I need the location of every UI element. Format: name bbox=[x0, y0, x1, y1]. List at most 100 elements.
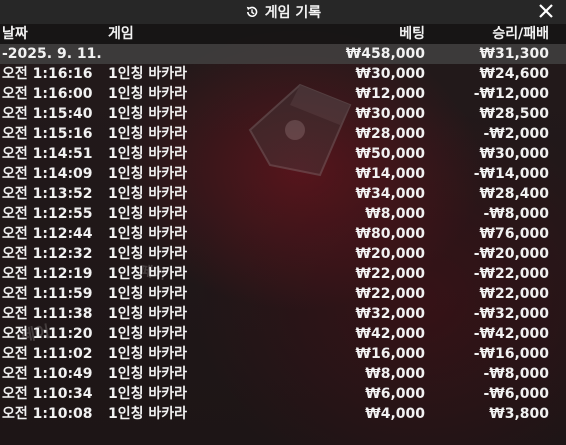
row-game: 1인칭 바카라 bbox=[108, 306, 188, 322]
row-bet: ₩6,000 bbox=[365, 386, 425, 402]
row-time: 오전 1:13:52 bbox=[2, 186, 93, 202]
row-time: 오전 1:10:49 bbox=[2, 366, 93, 382]
row-time: 오전 1:12:55 bbox=[2, 206, 93, 222]
row-bet: ₩8,000 bbox=[365, 206, 425, 222]
row-time: 오전 1:11:02 bbox=[2, 346, 93, 362]
row-game: 1인칭 바카라 bbox=[108, 366, 188, 382]
row-game: 1인칭 바카라 bbox=[108, 206, 188, 222]
row-bet: ₩32,000 bbox=[355, 306, 425, 322]
table-row[interactable]: 오전 1:12:19 1인칭 바카라 ₩22,000 -₩22,000 bbox=[0, 264, 566, 284]
row-result: ₩22,000 bbox=[479, 286, 549, 302]
row-game: 1인칭 바카라 bbox=[108, 406, 188, 422]
row-result: -₩22,000 bbox=[473, 266, 549, 282]
row-time: 오전 1:15:40 bbox=[2, 106, 93, 122]
row-result: -₩42,000 bbox=[473, 326, 549, 342]
row-result: -₩8,000 bbox=[483, 206, 549, 222]
row-time: 오전 1:10:08 bbox=[2, 406, 93, 422]
row-game: 1인칭 바카라 bbox=[108, 106, 188, 122]
table-row[interactable]: 오전 1:11:02 1인칭 바카라 ₩16,000 -₩16,000 bbox=[0, 344, 566, 364]
row-bet: ₩16,000 bbox=[355, 346, 425, 362]
row-result: ₩76,000 bbox=[479, 226, 549, 242]
row-bet: ₩30,000 bbox=[355, 106, 425, 122]
row-game: 1인칭 바카라 bbox=[108, 146, 188, 162]
row-time: 오전 1:16:16 bbox=[2, 66, 93, 82]
close-button[interactable] bbox=[536, 1, 556, 21]
close-icon bbox=[539, 4, 553, 18]
summary-result-total: ₩31,300 bbox=[479, 46, 549, 62]
row-bet: ₩22,000 bbox=[355, 286, 425, 302]
row-game: 1인칭 바카라 bbox=[108, 186, 188, 202]
row-result: ₩28,400 bbox=[479, 186, 549, 202]
row-bet: ₩30,000 bbox=[355, 66, 425, 82]
row-bet: ₩4,000 bbox=[365, 406, 425, 422]
summary-date: -2025. 9. 11. bbox=[2, 46, 102, 62]
title-bar: 게임 기록 bbox=[0, 0, 566, 24]
row-time: 오전 1:14:51 bbox=[2, 146, 93, 162]
row-game: 1인칭 바카라 bbox=[108, 166, 188, 182]
table-header: 날짜 게임 베팅 승리/패배 bbox=[0, 24, 566, 44]
row-game: 1인칭 바카라 bbox=[108, 346, 188, 362]
row-game: 1인칭 바카라 bbox=[108, 266, 188, 282]
table-row[interactable]: 오전 1:16:00 1인칭 바카라 ₩12,000 -₩12,000 bbox=[0, 84, 566, 104]
history-icon bbox=[246, 6, 258, 18]
row-result: ₩30,000 bbox=[479, 146, 549, 162]
column-header-result: 승리/패배 bbox=[492, 26, 549, 42]
row-bet: ₩12,000 bbox=[355, 86, 425, 102]
row-game: 1인칭 바카라 bbox=[108, 226, 188, 242]
row-game: 1인칭 바카라 bbox=[108, 386, 188, 402]
summary-bet-total: ₩458,000 bbox=[345, 46, 425, 62]
row-time: 오전 1:10:34 bbox=[2, 386, 93, 402]
row-bet: ₩8,000 bbox=[365, 366, 425, 382]
table-row[interactable]: 오전 1:15:16 1인칭 바카라 ₩28,000 -₩2,000 bbox=[0, 124, 566, 144]
row-result: -₩20,000 bbox=[473, 246, 549, 262]
row-game: 1인칭 바카라 bbox=[108, 86, 188, 102]
row-game: 1인칭 바카라 bbox=[108, 326, 188, 342]
table-row[interactable]: 오전 1:12:55 1인칭 바카라 ₩8,000 -₩8,000 bbox=[0, 204, 566, 224]
table-row[interactable]: 오전 1:13:52 1인칭 바카라 ₩34,000 ₩28,400 bbox=[0, 184, 566, 204]
row-result: -₩16,000 bbox=[473, 346, 549, 362]
column-header-game: 게임 bbox=[108, 26, 134, 42]
row-result: -₩32,000 bbox=[473, 306, 549, 322]
table-row[interactable]: 오전 1:10:49 1인칭 바카라 ₩8,000 -₩8,000 bbox=[0, 364, 566, 384]
title-group: 게임 기록 bbox=[245, 2, 321, 22]
row-time: 오전 1:16:00 bbox=[2, 86, 93, 102]
row-time: 오전 1:11:20 bbox=[2, 326, 93, 342]
table-row[interactable]: 오전 1:12:44 1인칭 바카라 ₩80,000 ₩76,000 bbox=[0, 224, 566, 244]
table-row[interactable]: 오전 1:16:16 1인칭 바카라 ₩30,000 ₩24,600 bbox=[0, 64, 566, 84]
row-result: -₩14,000 bbox=[473, 166, 549, 182]
table-row[interactable]: 오전 1:14:09 1인칭 바카라 ₩14,000 -₩14,000 bbox=[0, 164, 566, 184]
row-time: 오전 1:12:32 bbox=[2, 246, 93, 262]
table-row[interactable]: 오전 1:14:51 1인칭 바카라 ₩50,000 ₩30,000 bbox=[0, 144, 566, 164]
row-result: -₩12,000 bbox=[473, 86, 549, 102]
row-time: 오전 1:15:16 bbox=[2, 126, 93, 142]
row-result: -₩6,000 bbox=[483, 386, 549, 402]
row-game: 1인칭 바카라 bbox=[108, 246, 188, 262]
row-bet: ₩14,000 bbox=[355, 166, 425, 182]
row-bet: ₩34,000 bbox=[355, 186, 425, 202]
row-bet: ₩20,000 bbox=[355, 246, 425, 262]
row-time: 오전 1:12:19 bbox=[2, 266, 93, 282]
row-bet: ₩42,000 bbox=[355, 326, 425, 342]
row-bet: ₩28,000 bbox=[355, 126, 425, 142]
table-row[interactable]: 오전 1:11:59 1인칭 바카라 ₩22,000 ₩22,000 bbox=[0, 284, 566, 304]
column-header-bet: 베팅 bbox=[399, 26, 425, 42]
table-row[interactable]: 오전 1:10:34 1인칭 바카라 ₩6,000 -₩6,000 bbox=[0, 384, 566, 404]
date-summary-row[interactable]: -2025. 9. 11. ₩458,000 ₩31,300 bbox=[0, 44, 566, 64]
page-title: 게임 기록 bbox=[264, 5, 322, 21]
row-bet: ₩22,000 bbox=[355, 266, 425, 282]
table-row[interactable]: 오전 1:10:08 1인칭 바카라 ₩4,000 ₩3,800 bbox=[0, 404, 566, 424]
row-result: -₩2,000 bbox=[483, 126, 549, 142]
row-bet: ₩50,000 bbox=[355, 146, 425, 162]
row-game: 1인칭 바카라 bbox=[108, 126, 188, 142]
row-bet: ₩80,000 bbox=[355, 226, 425, 242]
row-game: 1인칭 바카라 bbox=[108, 286, 188, 302]
table-row[interactable]: 오전 1:15:40 1인칭 바카라 ₩30,000 ₩28,500 bbox=[0, 104, 566, 124]
row-result: ₩28,500 bbox=[479, 106, 549, 122]
table-row[interactable]: 오전 1:11:20 1인칭 바카라 ₩42,000 -₩42,000 bbox=[0, 324, 566, 344]
row-time: 오전 1:11:59 bbox=[2, 286, 93, 302]
column-header-date: 날짜 bbox=[2, 26, 28, 42]
row-result: -₩8,000 bbox=[483, 366, 549, 382]
table-row[interactable]: 오전 1:11:38 1인칭 바카라 ₩32,000 -₩32,000 bbox=[0, 304, 566, 324]
row-time: 오전 1:12:44 bbox=[2, 226, 93, 242]
table-row[interactable]: 오전 1:12:32 1인칭 바카라 ₩20,000 -₩20,000 bbox=[0, 244, 566, 264]
